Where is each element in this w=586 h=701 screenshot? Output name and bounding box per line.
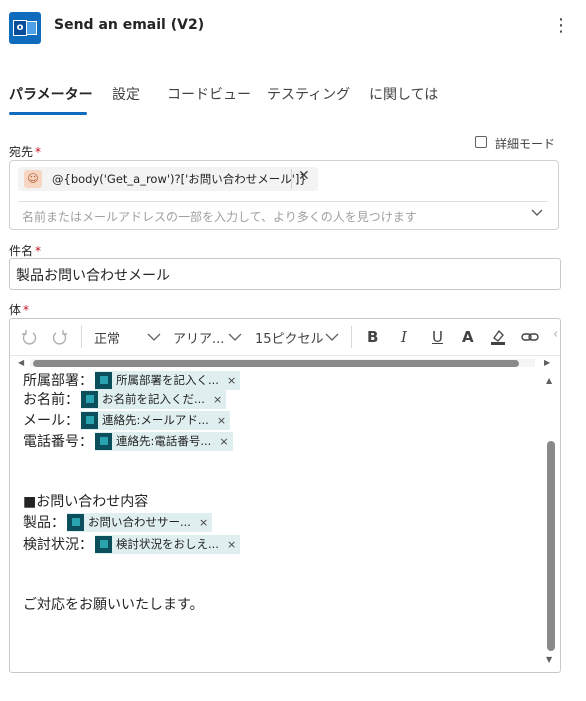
body-line: メール： 連絡先:メールアド... × xyxy=(23,410,231,430)
outlook-icon: o xyxy=(9,12,41,44)
to-label: 宛先 * xyxy=(9,145,42,159)
divider xyxy=(18,201,548,202)
chevron-down-icon[interactable] xyxy=(325,332,339,342)
tab-settings[interactable]: 設定 xyxy=(112,84,140,104)
body-line: 検討状況： 検討状況をおしえ... × xyxy=(23,534,241,554)
dynamic-content-token[interactable]: お問い合わせサー... × xyxy=(67,512,213,532)
dynamic-content-token[interactable]: お名前を記入くだ... × xyxy=(81,389,227,409)
close-icon: × xyxy=(212,392,223,406)
advanced-mode-checkbox[interactable] xyxy=(475,136,487,148)
advanced-mode-label: 詳細モード xyxy=(495,137,556,151)
dynamic-content-token[interactable]: 検討状況をおしえ... × xyxy=(95,534,241,554)
body-line: ■お問い合わせ内容 xyxy=(23,494,149,510)
close-icon: × xyxy=(198,515,209,529)
font-color-button[interactable]: A xyxy=(462,328,474,346)
dynamic-content-token[interactable]: 連絡先:メールアド... × xyxy=(81,410,231,430)
tab-about[interactable]: に関しては xyxy=(369,84,438,104)
paragraph-format-select[interactable]: 正常 xyxy=(94,328,120,347)
dataverse-icon xyxy=(81,411,98,429)
dataverse-icon xyxy=(95,432,112,450)
more-tools-icon[interactable]: ‹ xyxy=(553,327,558,342)
body-line: 電話番号： 連絡先:電話番号... × xyxy=(23,431,233,451)
tab-code-view[interactable]: コードビュー xyxy=(167,84,251,104)
scroll-down-icon[interactable]: ▼ xyxy=(546,655,552,664)
chevron-down-icon[interactable] xyxy=(147,332,161,342)
chevron-down-icon[interactable] xyxy=(530,205,544,219)
tab-parameters[interactable]: パラメーター xyxy=(9,84,93,104)
close-icon: × xyxy=(219,434,229,448)
horizontal-scrollbar-thumb[interactable] xyxy=(33,360,519,367)
font-size-select[interactable]: 15ピクセル xyxy=(255,328,324,347)
to-token-text: @{body('Get_a_row')?['お問い合わせメール']} xyxy=(52,172,307,186)
dynamic-content-token[interactable]: 連絡先:電話番号... × xyxy=(95,431,233,451)
body-line: 製品： お問い合わせサー... × xyxy=(23,512,213,532)
link-icon[interactable] xyxy=(521,329,539,345)
dataverse-icon xyxy=(81,390,98,408)
body-line: お名前： お名前を記入くだ... × xyxy=(23,389,227,409)
redo-icon[interactable] xyxy=(52,329,68,345)
more-vertical-icon[interactable]: ⋮ xyxy=(552,14,570,38)
close-icon: × xyxy=(226,537,237,551)
vertical-scrollbar-thumb[interactable] xyxy=(547,441,555,651)
person-icon: ☺ xyxy=(24,170,42,188)
italic-button[interactable]: I xyxy=(401,328,407,346)
scroll-left-icon[interactable]: ◀ xyxy=(18,358,24,367)
body-line: ご対応をお願いいたします。 xyxy=(23,597,204,613)
close-icon[interactable]: ✕ xyxy=(298,168,310,184)
tab-testing[interactable]: テスティング xyxy=(267,84,350,104)
scroll-right-icon[interactable]: ▶ xyxy=(544,358,550,367)
close-icon: × xyxy=(226,373,237,387)
to-input-placeholder[interactable]: 名前またはメールアドレスの一部を入力して、より多くの人を見つけます xyxy=(22,208,417,225)
body-label: 体 * xyxy=(9,303,30,317)
underline-button[interactable]: U xyxy=(432,328,443,346)
chevron-down-icon[interactable] xyxy=(228,332,242,342)
highlight-icon[interactable] xyxy=(489,328,507,346)
bold-button[interactable]: B xyxy=(367,328,378,346)
dataverse-icon xyxy=(95,371,112,389)
subject-label: 件名 * xyxy=(9,244,42,258)
action-title: Send an email (V2) xyxy=(54,17,205,33)
dynamic-content-token[interactable]: 所属部署を記入く... × xyxy=(95,370,241,390)
to-token[interactable]: ☺ @{body('Get_a_row')?['お問い合わせメール']} ✕ xyxy=(18,167,318,191)
editor-toolbar: 正常 アリア... 15ピクセル B I U A ‹ xyxy=(10,319,560,356)
font-select[interactable]: アリア... xyxy=(173,328,224,347)
dataverse-icon xyxy=(67,513,84,531)
close-icon: × xyxy=(216,413,227,427)
body-line: 所属部署： 所属部署を記入く... × xyxy=(23,370,241,390)
scroll-up-icon[interactable]: ▲ xyxy=(546,376,552,385)
dataverse-icon xyxy=(95,535,112,553)
undo-icon[interactable] xyxy=(21,329,37,345)
subject-input[interactable]: 製品お問い合わせメール xyxy=(9,258,561,290)
active-tab-indicator xyxy=(9,112,87,115)
